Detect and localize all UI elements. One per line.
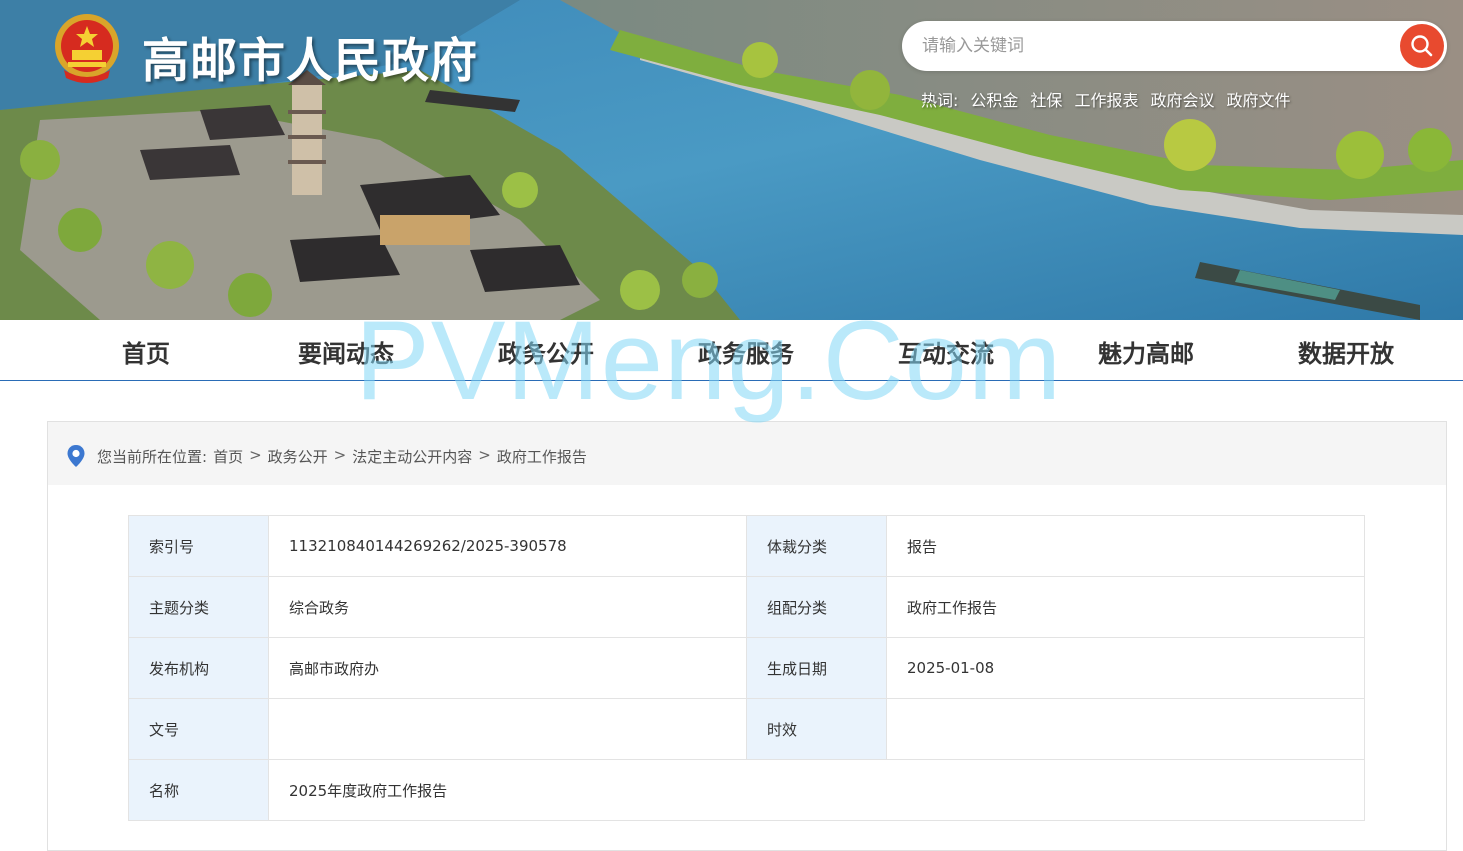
- name-value: 2025年度政府工作报告: [268, 759, 1365, 821]
- site-title[interactable]: 高邮市人民政府: [142, 22, 478, 91]
- hotwords: 热词: 公积金 社保 工作报表 政府会议 政府文件: [921, 87, 1290, 111]
- genre-value: 报告: [886, 515, 1365, 577]
- topic-value: 综合政务: [268, 576, 747, 638]
- table-row: 索引号 113210840144269262/2025-390578 体裁分类 …: [128, 515, 1365, 577]
- date-value: 2025-01-08: [886, 637, 1365, 699]
- breadcrumb-prefix: 您当前所在位置:: [97, 448, 208, 466]
- breadcrumb-separator: >: [478, 446, 491, 464]
- index-value: 113210840144269262/2025-390578: [268, 515, 747, 577]
- name-label: 名称: [128, 759, 269, 821]
- search-icon: [1411, 35, 1433, 57]
- docno-value: [268, 698, 747, 760]
- breadcrumb-current[interactable]: 政府工作报告: [497, 446, 587, 467]
- hotword-link[interactable]: 政府文件: [1226, 87, 1290, 111]
- hotword-link[interactable]: 公积金: [970, 87, 1018, 111]
- content-panel: 您当前所在位置: 首页 > 政务公开 > 法定主动公开内容 > 政府工作报告 索…: [47, 421, 1447, 851]
- table-row: 发布机构 高邮市政府办 生成日期 2025-01-08: [128, 637, 1365, 699]
- publisher-value: 高邮市政府办: [268, 637, 747, 699]
- genre-label: 体裁分类: [746, 515, 887, 577]
- location-pin-icon: [67, 445, 85, 467]
- breadcrumb-separator: >: [333, 446, 347, 464]
- nav-item-news[interactable]: 要闻动态: [298, 334, 394, 369]
- search-input[interactable]: [922, 33, 1382, 59]
- docno-label: 文号: [128, 698, 269, 760]
- table-row: 名称 2025年度政府工作报告: [128, 759, 1365, 821]
- search-button[interactable]: [1400, 24, 1444, 68]
- validity-value: [886, 698, 1365, 760]
- hotword-link[interactable]: 社保: [1030, 87, 1062, 111]
- main-nav: 首页 要闻动态 政务公开 政务服务 互动交流 魅力高邮 数据开放: [0, 320, 1463, 381]
- nav-item-gov-open[interactable]: 政务公开: [498, 334, 594, 369]
- nav-item-open-data[interactable]: 数据开放: [1298, 334, 1394, 369]
- nav-item-home[interactable]: 首页: [122, 334, 170, 369]
- hotword-link[interactable]: 工作报表: [1074, 87, 1138, 111]
- publisher-label: 发布机构: [128, 637, 269, 699]
- table-row: 文号 时效: [128, 698, 1365, 760]
- date-label: 生成日期: [746, 637, 887, 699]
- hotword-link[interactable]: 政府会议: [1150, 87, 1214, 111]
- group-label: 组配分类: [746, 576, 887, 638]
- topic-label: 主题分类: [128, 576, 269, 638]
- group-value: 政府工作报告: [886, 576, 1365, 638]
- national-emblem-icon: [55, 14, 119, 83]
- breadcrumb-statutory[interactable]: 法定主动公开内容: [352, 446, 472, 467]
- nav-item-gov-service[interactable]: 政务服务: [698, 334, 794, 369]
- search-box: [902, 21, 1447, 71]
- breadcrumb-home[interactable]: 首页: [213, 446, 243, 467]
- validity-label: 时效: [746, 698, 887, 760]
- breadcrumb-gov-open[interactable]: 政务公开: [268, 446, 328, 467]
- table-row: 主题分类 综合政务 组配分类 政府工作报告: [128, 576, 1365, 638]
- hotwords-label: 热词:: [921, 91, 959, 110]
- header-banner: 高邮市人民政府 热词: 公积金 社保 工作报表 政府会议 政府文件: [0, 0, 1463, 320]
- index-label: 索引号: [128, 515, 269, 577]
- nav-item-interaction[interactable]: 互动交流: [898, 334, 994, 369]
- breadcrumb-trail: 您当前所在位置: 首页 > 政务公开 > 法定主动公开内容 > 政府工作报告: [97, 446, 587, 467]
- breadcrumb-separator: >: [249, 446, 262, 464]
- nav-item-gaoyou[interactable]: 魅力高邮: [1098, 334, 1194, 369]
- document-meta-table: 索引号 113210840144269262/2025-390578 体裁分类 …: [128, 515, 1365, 821]
- breadcrumb: 您当前所在位置: 首页 > 政务公开 > 法定主动公开内容 > 政府工作报告: [48, 422, 1446, 485]
